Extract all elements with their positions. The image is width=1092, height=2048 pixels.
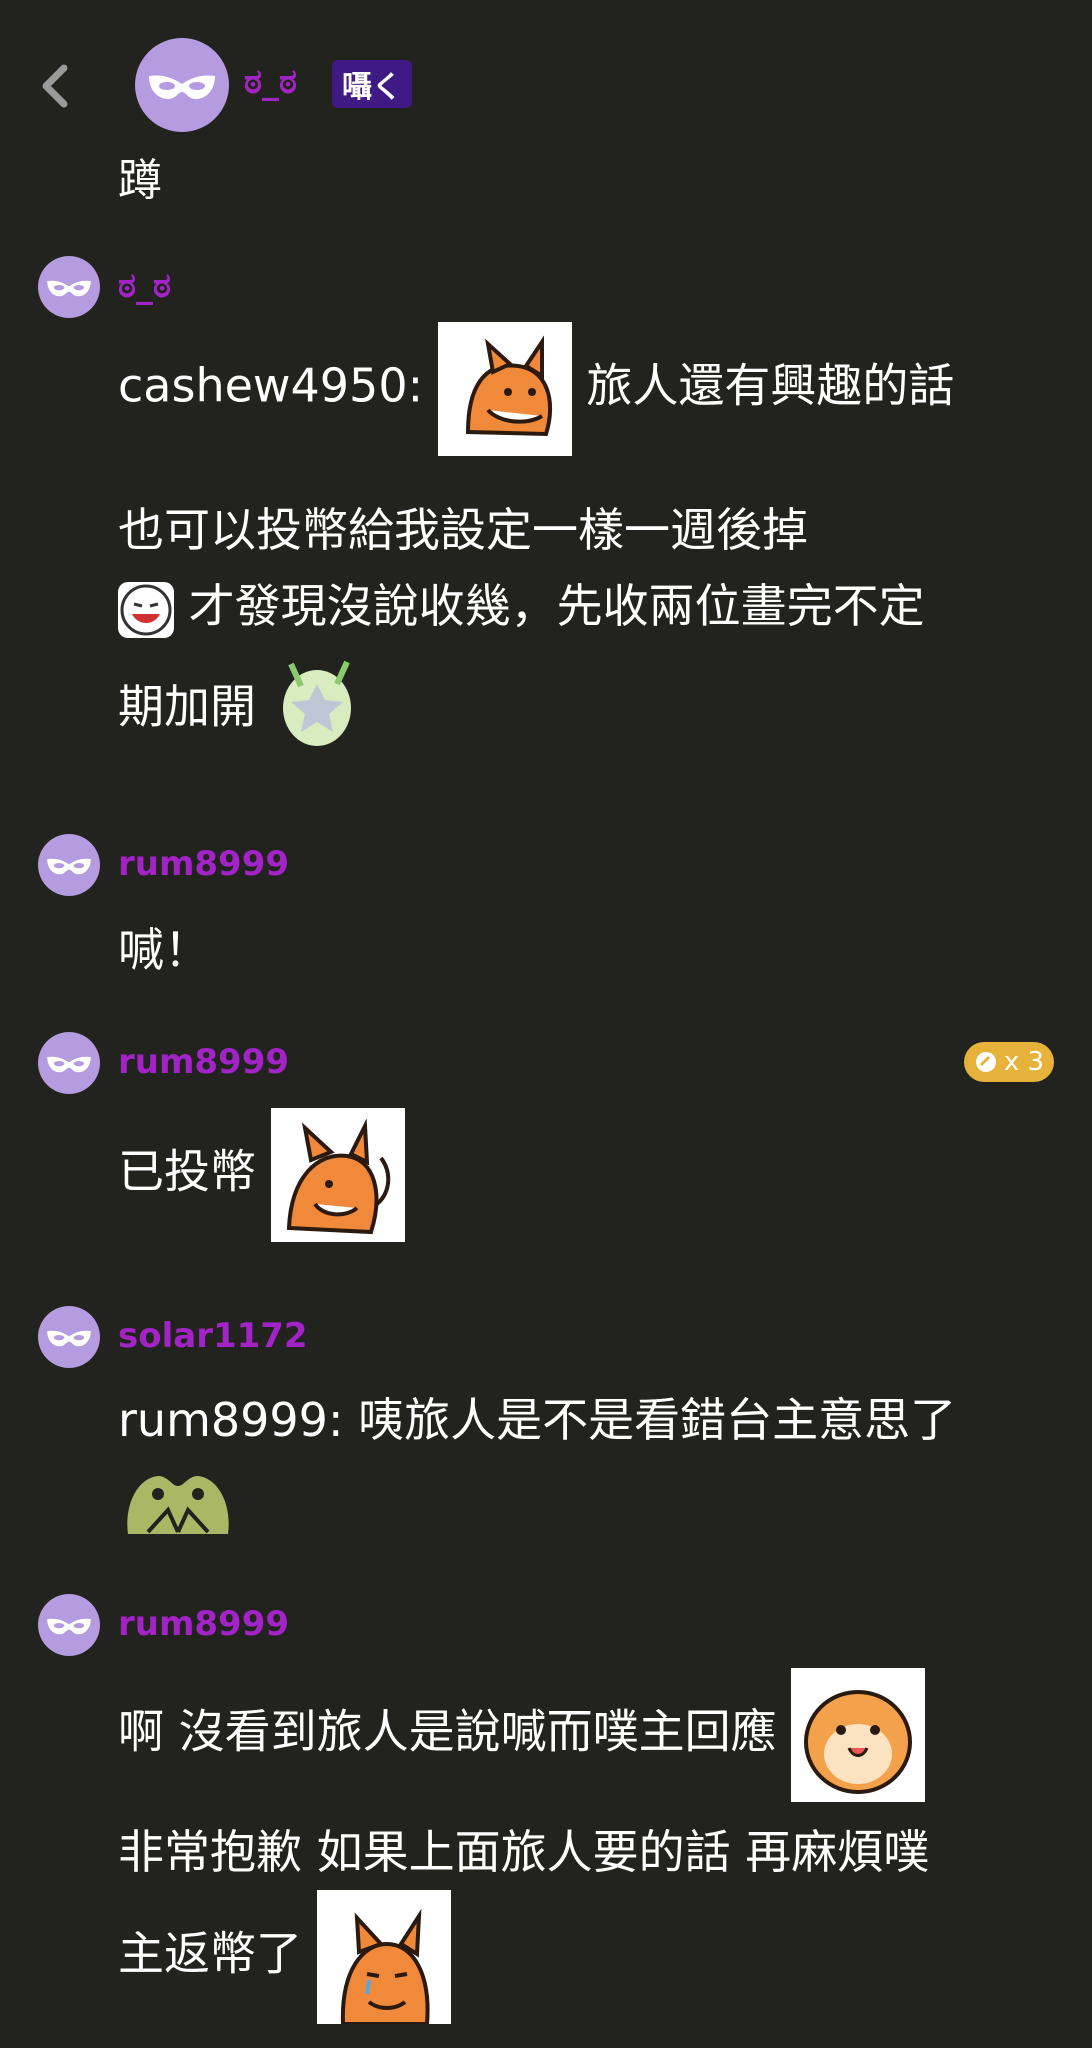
reply-text: 旅人還有興趣的話 — [586, 358, 955, 413]
comment-username[interactable]: rum8999 — [118, 1042, 289, 1082]
op-username[interactable]: ಠ_ಠ — [244, 62, 297, 102]
coin-count: x 3 — [1003, 1047, 1045, 1077]
avatar[interactable] — [38, 1032, 100, 1094]
avatar[interactable] — [38, 834, 100, 896]
fox-sticker-icon — [270, 1108, 405, 1242]
reply-prefix: cashew4950: — [118, 358, 424, 413]
comment-text: 啊 沒看到旅人是說喊而噗主回應 — [118, 1704, 777, 1759]
comment-body: 已投幣 — [118, 1108, 1058, 1242]
mask-icon — [38, 256, 100, 318]
comment-username[interactable]: rum8999 — [118, 1604, 289, 1644]
avatar[interactable] — [38, 1306, 100, 1368]
mask-icon — [38, 834, 100, 896]
comment-line-text: 才發現沒說收幾，先收兩位畫完不定 — [188, 579, 925, 633]
qualifier-badge: 囁く — [332, 60, 412, 108]
comment-text: 主返幣了 — [118, 1926, 302, 1981]
comment-line-2: 非常抱歉 如果上面旅人要的話 再麻煩噗 — [118, 1825, 930, 1879]
comment-body: cashew4950: 旅人還有興趣的話 也可以投幣給我設定一樣一週後掉 才發現… — [118, 322, 1058, 776]
star-in-bubble-sticker-icon — [271, 644, 365, 776]
back-button[interactable] — [32, 56, 80, 116]
avatar[interactable] — [135, 38, 229, 132]
comment-body: 喊！ — [118, 923, 210, 977]
coin-badge[interactable]: x 3 — [964, 1042, 1054, 1082]
mask-icon — [135, 38, 229, 132]
avatar[interactable] — [38, 1594, 100, 1656]
comment-line-1: 啊 沒看到旅人是說喊而噗主回應 — [118, 1668, 1058, 1802]
comment-line-text: 期加開 — [118, 679, 256, 734]
mask-icon — [38, 1032, 100, 1094]
comment-username[interactable]: rum8999 — [118, 844, 289, 884]
comment-body: rum8999: 咦旅人是不是看錯台主意思了 — [118, 1382, 1058, 1562]
op-content: 蹲 — [118, 155, 162, 206]
coin-icon — [975, 1052, 996, 1072]
comment-line-3: 期加開 — [118, 644, 1058, 776]
comment-line-2: 才發現沒說收幾，先收兩位畫完不定 — [118, 568, 1058, 644]
frog-sticker-icon — [118, 1464, 1058, 1562]
crying-fox-sticker-icon — [316, 1890, 451, 2026]
mask-icon — [38, 1594, 100, 1656]
plurk-thread: ಠ_ಠ 囁く 蹲 ಠ_ಠ cashew4950: 旅人還有興趣的話 也可以投幣給… — [0, 0, 1092, 2048]
post-header: ಠ_ಠ 囁く 蹲 — [0, 0, 1092, 206]
comment-body: 啊 沒看到旅人是說喊而噗主回應 非常抱歉 如果上面旅人要的話 再麻煩噗 主返幣了 — [118, 1668, 1058, 2026]
comment-line-3: 主返幣了 — [118, 1890, 1058, 2026]
mask-icon — [38, 1306, 100, 1368]
avatar[interactable] — [38, 256, 100, 318]
laugh-emoji-icon — [118, 581, 174, 638]
comment-username[interactable]: solar1172 — [118, 1316, 308, 1356]
hamster-sticker-icon — [791, 1668, 926, 1802]
comment-line: 也可以投幣給我設定一樣一週後掉 — [118, 503, 808, 557]
comment-text: rum8999: 咦旅人是不是看錯台主意思了 — [118, 1393, 957, 1447]
comment-text: 已投幣 — [118, 1144, 256, 1199]
chevron-left-icon — [42, 64, 68, 108]
fox-sticker-icon — [437, 322, 572, 456]
comment-username[interactable]: ಠ_ಠ — [118, 266, 171, 306]
